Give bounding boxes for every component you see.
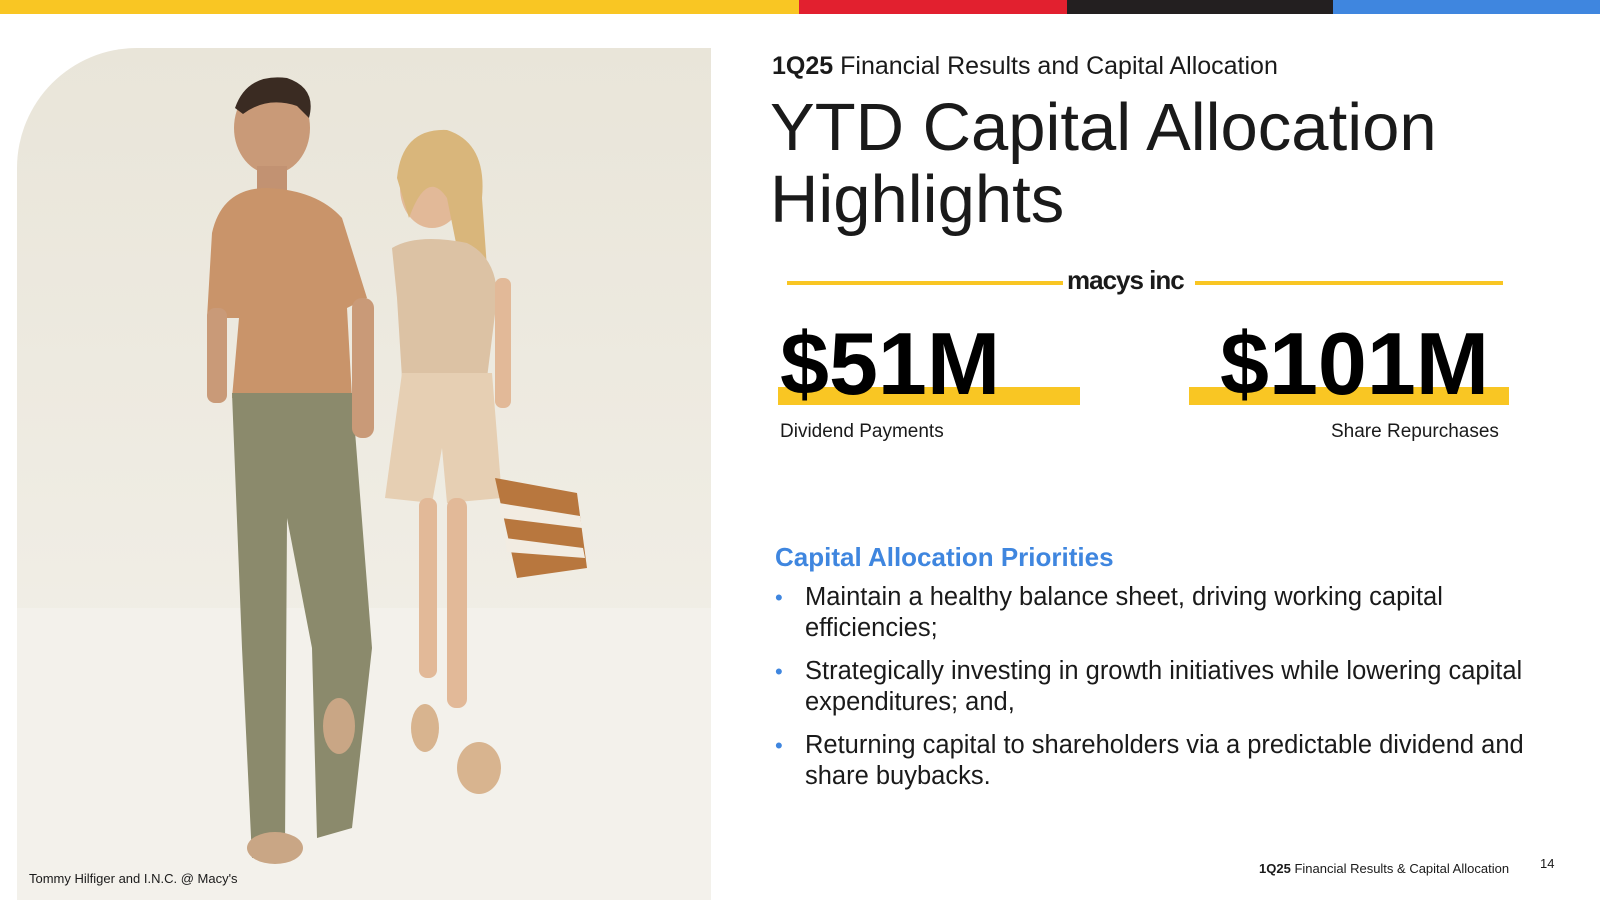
bullet-icon: • bbox=[775, 659, 783, 684]
brand-logo: macys inc bbox=[1067, 265, 1185, 295]
top-bar-blue bbox=[1333, 0, 1600, 14]
dividend-value: $51M bbox=[780, 314, 1001, 413]
couple-illustration bbox=[17, 77, 711, 900]
list-item-text: Strategically investing in growth initia… bbox=[805, 657, 1523, 716]
top-bar-red bbox=[799, 0, 1067, 14]
section-kicker: 1Q25 Financial Results and Capital Alloc… bbox=[772, 52, 1278, 81]
footer-label: Financial Results & Capital Allocation bbox=[1294, 861, 1510, 876]
repurchase-value: $101M bbox=[1220, 314, 1490, 413]
bullet-icon: • bbox=[775, 585, 783, 610]
list-item: • Strategically investing in growth initi… bbox=[772, 656, 1532, 718]
bullet-icon: • bbox=[775, 733, 783, 758]
kicker-text: Financial Results and Capital Allocation bbox=[840, 52, 1278, 80]
lifestyle-photo: Tommy Hilfiger and I.N.C. @ Macy's bbox=[17, 48, 711, 900]
top-bar-black bbox=[1067, 0, 1333, 14]
list-item: • Maintain a healthy balance sheet, drivi… bbox=[772, 582, 1532, 644]
repurchase-label: Share Repurchases bbox=[1331, 421, 1499, 442]
priorities-list: • Maintain a healthy balance sheet, drivi… bbox=[772, 582, 1532, 804]
brand-line-right bbox=[1195, 281, 1503, 285]
top-bar-yellow bbox=[0, 0, 799, 14]
list-item-text: Returning capital to shareholders via a … bbox=[805, 731, 1524, 790]
footer-period: 1Q25 bbox=[1259, 861, 1291, 876]
kicker-period: 1Q25 bbox=[772, 52, 834, 80]
page-number: 14 bbox=[1540, 856, 1555, 871]
brand-line-left bbox=[787, 281, 1063, 285]
dividend-label: Dividend Payments bbox=[780, 421, 944, 442]
list-item-text: Maintain a healthy balance sheet, drivin… bbox=[805, 583, 1443, 642]
top-color-bar bbox=[0, 0, 1600, 14]
priorities-heading: Capital Allocation Priorities bbox=[775, 542, 1114, 572]
footer-text: 1Q25 Financial Results & Capital Allocat… bbox=[1259, 861, 1509, 876]
list-item: • Returning capital to shareholders via a… bbox=[772, 730, 1532, 792]
page-title: YTD Capital Allocation Highlights bbox=[770, 90, 1437, 237]
photo-credit: Tommy Hilfiger and I.N.C. @ Macy's bbox=[29, 871, 238, 886]
